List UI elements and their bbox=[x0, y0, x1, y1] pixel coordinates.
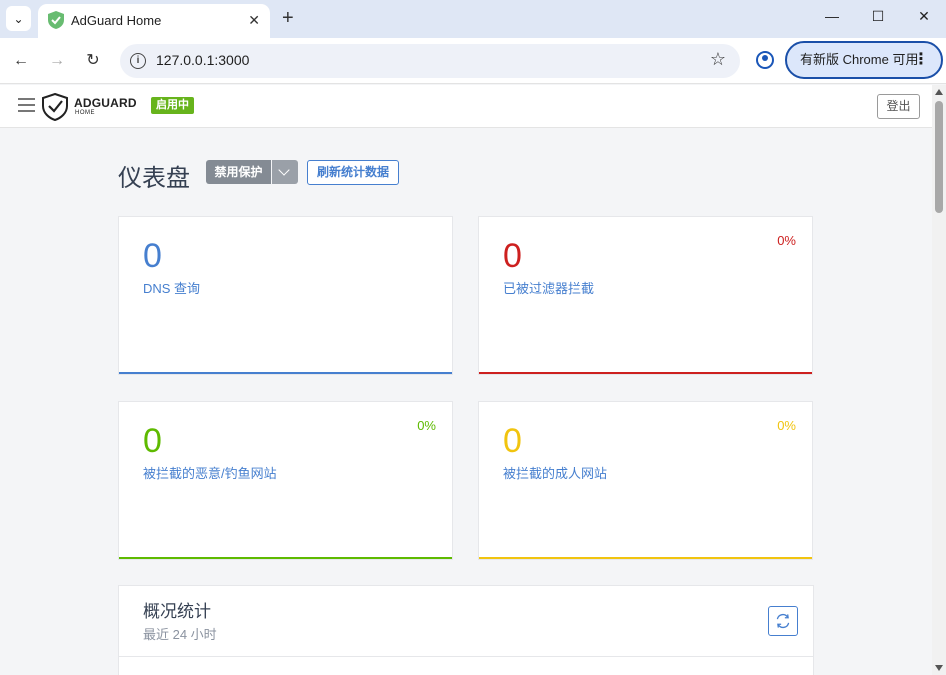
plus-icon[interactable]: + bbox=[282, 8, 294, 28]
stat-value: 0 bbox=[143, 422, 162, 460]
more-icon: ⋮ bbox=[913, 51, 929, 68]
scroll-up-icon[interactable] bbox=[935, 89, 943, 95]
card-bar bbox=[479, 372, 812, 374]
page-title: 仪表盘 bbox=[118, 165, 190, 192]
card-bar bbox=[119, 557, 452, 559]
app-header: ADGUARD HOME 启用中 登出 bbox=[0, 85, 932, 128]
chrome-update-button[interactable]: 有新版 Chrome 可用 ⋮ bbox=[785, 41, 943, 79]
refresh-icon bbox=[776, 613, 790, 629]
tab-strip: ⌄ AdGuard Home ✕ + — ☐ ✕ bbox=[0, 0, 946, 38]
tab-search-button[interactable]: ⌄ bbox=[6, 6, 31, 31]
scroll-thumb[interactable] bbox=[935, 101, 943, 213]
maximize-icon[interactable]: ☐ bbox=[868, 8, 888, 25]
overview-card: 概况统计 最近 24 小时 bbox=[118, 585, 814, 675]
browser-toolbar: ← → ↻ i 127.0.0.1:3000 ☆ 有新版 Chrome 可用 ⋮ bbox=[0, 38, 946, 84]
page-scrollbar[interactable] bbox=[932, 85, 946, 675]
info-icon[interactable]: i bbox=[130, 53, 146, 69]
back-icon[interactable]: ← bbox=[11, 51, 31, 71]
logo-subtext: HOME bbox=[75, 110, 95, 116]
window-close-icon[interactable]: ✕ bbox=[914, 8, 934, 25]
stat-value: 0 bbox=[503, 422, 522, 460]
minimize-icon[interactable]: — bbox=[822, 8, 842, 24]
refresh-stats-button[interactable]: 刷新统计数据 bbox=[307, 160, 399, 185]
address-bar[interactable]: i 127.0.0.1:3000 ☆ bbox=[120, 44, 740, 78]
status-badge: 启用中 bbox=[151, 97, 194, 114]
page-content: ADGUARD HOME 启用中 登出 仪表盘 禁用保护 刷新统计数据 0 DN… bbox=[0, 85, 932, 675]
stat-label[interactable]: 已被过滤器拦截 bbox=[503, 278, 594, 297]
blocked-malware-card: 0 被拦截的恶意/钓鱼网站 0% bbox=[118, 401, 453, 560]
overview-refresh-button[interactable] bbox=[768, 606, 798, 636]
close-icon[interactable]: ✕ bbox=[248, 12, 260, 28]
overview-subtitle: 最近 24 小时 bbox=[143, 627, 217, 642]
logo-text: ADGUARD bbox=[74, 96, 137, 110]
blocked-adult-card: 0 被拦截的成人网站 0% bbox=[478, 401, 813, 560]
dns-queries-card: 0 DNS 查询 bbox=[118, 216, 453, 375]
disable-protection-button[interactable]: 禁用保护 bbox=[206, 160, 271, 184]
stat-label[interactable]: 被拦截的恶意/钓鱼网站 bbox=[143, 463, 277, 482]
update-label: 有新版 Chrome 可用 bbox=[800, 52, 919, 67]
overview-title: 概况统计 bbox=[143, 602, 211, 621]
profile-icon[interactable] bbox=[756, 51, 774, 69]
blocked-filters-card: 0 已被过滤器拦截 0% bbox=[478, 216, 813, 375]
stat-value: 0 bbox=[503, 237, 522, 275]
forward-icon[interactable]: → bbox=[47, 51, 67, 71]
card-bar bbox=[479, 557, 812, 559]
stat-value: 0 bbox=[143, 237, 162, 275]
active-tab[interactable]: AdGuard Home ✕ bbox=[38, 4, 270, 38]
stat-percent: 0% bbox=[777, 418, 796, 433]
url-text[interactable]: 127.0.0.1:3000 bbox=[156, 52, 249, 68]
adguard-logo-icon bbox=[42, 93, 68, 121]
scroll-down-icon[interactable] bbox=[935, 665, 943, 671]
star-icon[interactable]: ☆ bbox=[710, 49, 726, 70]
tab-title: AdGuard Home bbox=[71, 13, 162, 28]
stat-percent: 0% bbox=[417, 418, 436, 433]
stat-percent: 0% bbox=[777, 233, 796, 248]
reload-icon[interactable]: ↻ bbox=[83, 51, 103, 71]
logout-button[interactable]: 登出 bbox=[877, 94, 920, 119]
chevron-down-icon: ⌄ bbox=[13, 11, 24, 26]
stat-label[interactable]: DNS 查询 bbox=[143, 278, 200, 297]
divider bbox=[119, 656, 813, 657]
shield-check-icon bbox=[48, 11, 64, 29]
card-bar bbox=[119, 372, 452, 374]
menu-icon[interactable] bbox=[18, 98, 35, 112]
disable-options-dropdown[interactable] bbox=[272, 160, 298, 184]
stat-label[interactable]: 被拦截的成人网站 bbox=[503, 463, 607, 482]
